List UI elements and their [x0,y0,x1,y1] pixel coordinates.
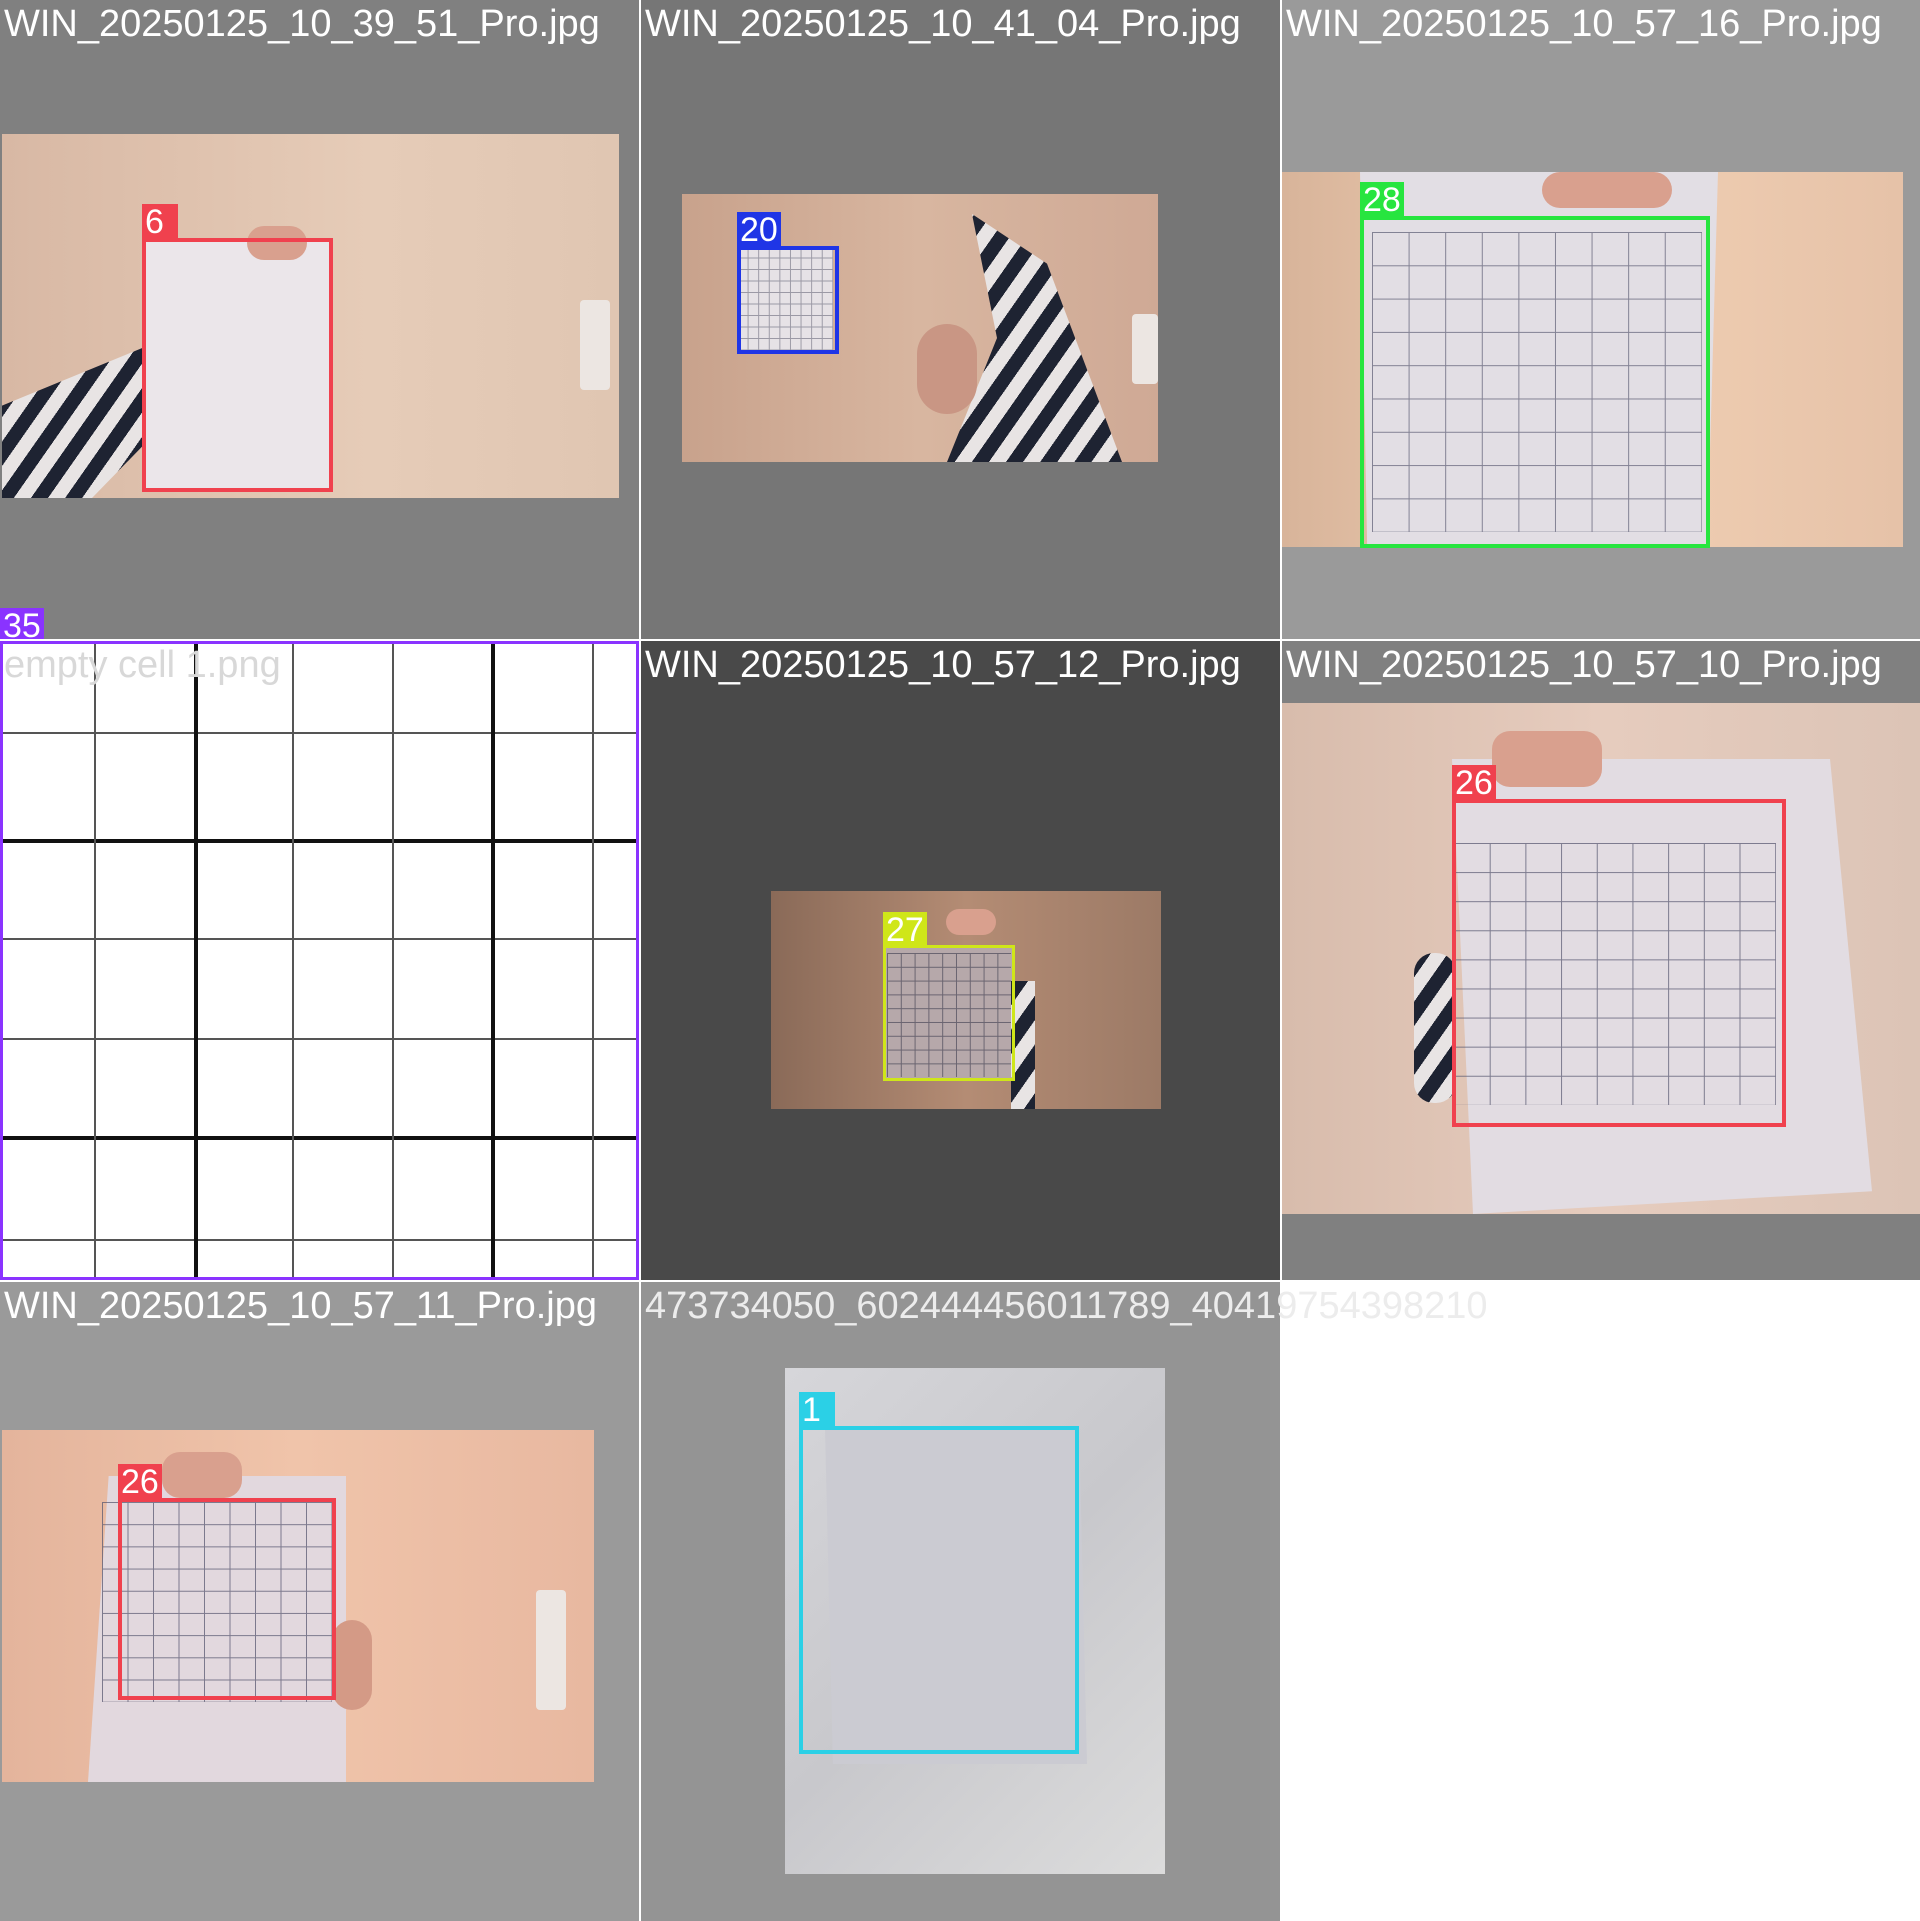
outlet [536,1590,566,1710]
bbox-label: 27 [883,912,927,948]
filename: WIN_20250125_10_57_10_Pro.jpg [1286,644,1882,686]
bbox-label: 20 [737,212,781,248]
tile-4: 35 empty cell 1.png [0,608,639,1280]
hand [946,909,996,935]
bbox-label: 35 [0,608,44,644]
hand [1492,731,1602,787]
bbox: 26 [118,1464,336,1700]
bbox-label: 28 [1360,182,1404,218]
bbox-label: 6 [142,204,178,240]
tile-1: 6 WIN_20250125_10_39_51_Pro.jpg [0,0,639,639]
tile-7: 26 WIN_20250125_10_57_11_Pro.jpg [0,1282,639,1921]
bbox: 20 [737,212,839,354]
bbox-label: 26 [1452,765,1496,801]
bbox: 26 [1452,765,1786,1127]
bbox: 28 [1360,182,1710,548]
bbox-label: 1 [799,1392,835,1428]
arm [947,214,1122,462]
filename: empty cell 1.png [4,644,281,686]
outlet [580,300,610,390]
arm [2,344,152,498]
hand [162,1452,242,1498]
filename: WIN_20250125_10_57_12_Pro.jpg [645,644,1241,686]
tile-8: 1 473734050_602444456011789_404197543982… [641,1282,1488,1921]
arm [1414,953,1456,1103]
divider-h1 [0,639,1920,641]
filename: WIN_20250125_10_57_16_Pro.jpg [1286,3,1882,45]
face [332,1620,372,1710]
divider-v2 [1280,0,1282,1282]
bbox: 6 [142,204,333,492]
bbox: 35 [0,608,639,1280]
tile-6: 26 WIN_20250125_10_57_10_Pro.jpg [1282,641,1920,1280]
bbox-label: 26 [118,1464,162,1500]
filename: WIN_20250125_10_39_51_Pro.jpg [4,3,600,45]
divider-h2 [0,1280,1282,1282]
filename: WIN_20250125_10_41_04_Pro.jpg [645,3,1241,45]
bbox: 1 [799,1392,1079,1754]
bbox: 27 [883,912,1015,1081]
tile-5: 27 WIN_20250125_10_57_12_Pro.jpg [641,641,1280,1280]
filename: 473734050_602444456011789_4041975439821​… [645,1285,1488,1327]
tile-3: 28 WIN_20250125_10_57_16_Pro.jpg [1282,0,1920,639]
face [917,324,977,414]
outlet [1132,314,1158,384]
hand [1542,172,1672,208]
tile-2: 20 WIN_20250125_10_41_04_Pro.jpg [641,0,1280,639]
tile-empty [1282,1282,1920,1921]
divider-v1 [639,0,641,1920]
filename: WIN_20250125_10_57_11_Pro.jpg [4,1285,597,1327]
